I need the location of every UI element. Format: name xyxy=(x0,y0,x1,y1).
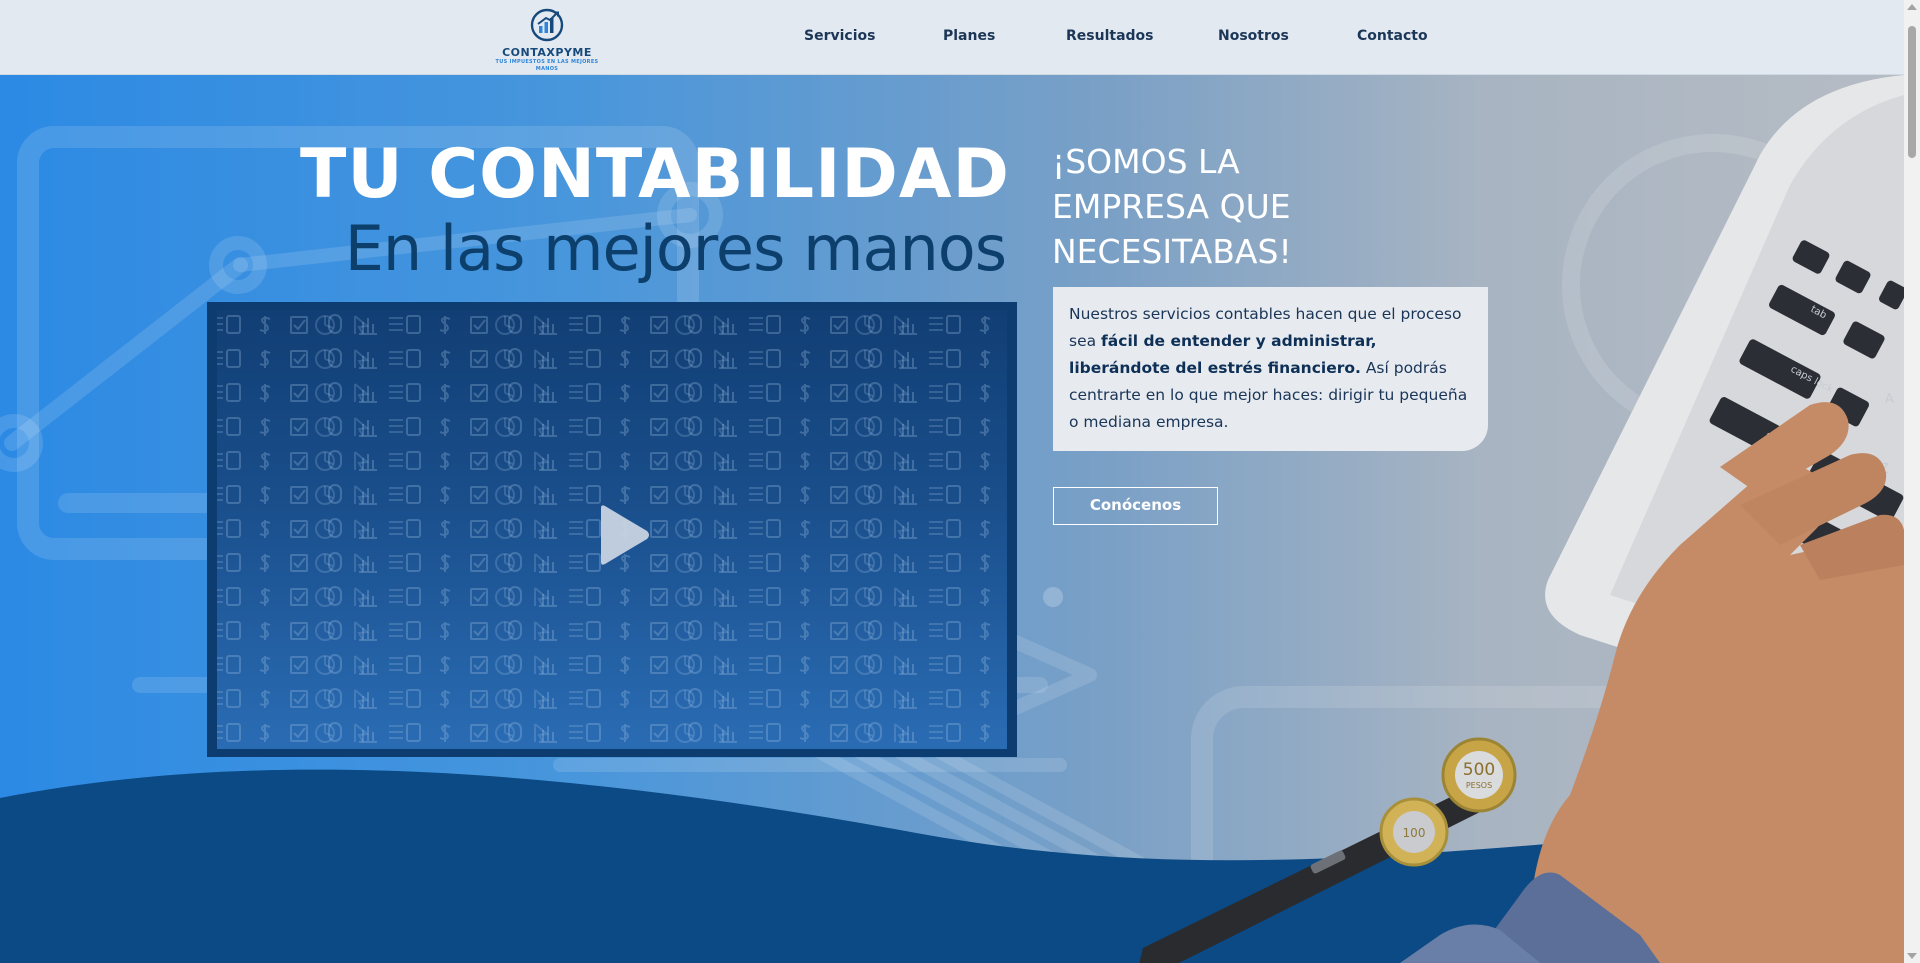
coin-500-label: 500 xyxy=(1463,760,1495,780)
hero-section: TU CONTABILIDAD En las mejores manos ¡SO… xyxy=(0,75,1904,963)
nav-item-resultados[interactable]: Resultados xyxy=(1066,28,1154,44)
bar-chart-circle-icon xyxy=(530,8,564,42)
hero-headline: TU CONTABILIDAD xyxy=(300,135,1010,214)
hero-subheadline: En las mejores manos xyxy=(344,212,1007,285)
laptop-hand-photo: tab caps lock shift A Z option 500 PESOS… xyxy=(1139,75,1904,963)
coin-100-label: 100 xyxy=(1403,826,1426,840)
nav-item-planes[interactable]: Planes xyxy=(943,28,995,44)
scroll-down-arrow-icon[interactable] xyxy=(1907,953,1917,959)
page-scrollbar[interactable] xyxy=(1904,0,1920,963)
nav-item-nosotros[interactable]: Nosotros xyxy=(1218,28,1289,44)
brand-tagline: TUS IMPUESTOS EN LAS MEJORES MANOS xyxy=(495,59,599,72)
nav-item-contacto[interactable]: Contacto xyxy=(1357,28,1428,44)
nav-item-servicios[interactable]: Servicios xyxy=(804,28,875,44)
brand-name: CONTAXPYME xyxy=(502,46,592,59)
video-player[interactable] xyxy=(207,302,1017,757)
coin-500-sublabel: PESOS xyxy=(1466,781,1492,790)
brand-logo[interactable]: CONTAXPYME TUS IMPUESTOS EN LAS MEJORES … xyxy=(484,8,610,72)
scroll-up-arrow-icon[interactable] xyxy=(1907,4,1917,10)
play-icon[interactable] xyxy=(593,502,653,568)
site-header: CONTAXPYME TUS IMPUESTOS EN LAS MEJORES … xyxy=(0,0,1904,75)
key-label-a: A xyxy=(1885,392,1894,407)
video-poster xyxy=(217,310,1007,749)
scroll-thumb[interactable] xyxy=(1908,26,1916,158)
